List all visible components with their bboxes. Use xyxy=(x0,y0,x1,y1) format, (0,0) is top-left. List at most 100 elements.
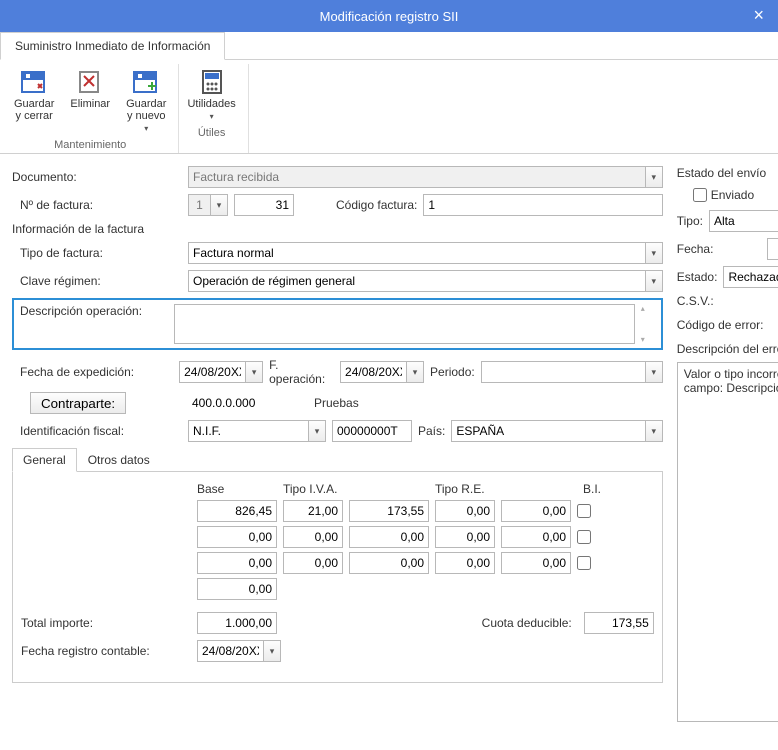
utilities-button[interactable]: Utilidades ▾ xyxy=(183,66,239,123)
enviado-checkbox[interactable] xyxy=(693,188,707,202)
descripcion-operacion-label: Descripción operación: xyxy=(20,304,168,344)
descerr-label: Descripción del error: xyxy=(677,342,778,356)
status-header: Estado del envío xyxy=(677,166,778,180)
save-close-button[interactable]: Guardary cerrar xyxy=(10,66,58,135)
tre-1[interactable] xyxy=(435,526,495,548)
delete-label: Eliminar xyxy=(70,98,110,110)
freg-dropdown-icon[interactable]: ▾ xyxy=(263,640,281,662)
descerr-text[interactable]: Valor o tipo incorrecto del campo: Descr… xyxy=(677,362,778,722)
pais-label: País: xyxy=(418,424,445,438)
idfiscal-num[interactable] xyxy=(332,420,412,442)
csv-label: C.S.V.: xyxy=(677,294,714,308)
fexp-field[interactable] xyxy=(179,361,245,383)
save-close-icon xyxy=(20,68,48,96)
contraparte-code xyxy=(188,392,308,414)
tiva-0[interactable] xyxy=(283,500,343,522)
enviado-label: Enviado xyxy=(711,188,754,202)
nfact-num[interactable] xyxy=(234,194,294,216)
status-fecha-field[interactable] xyxy=(767,238,778,260)
chevron-down-icon: ▾ xyxy=(144,124,148,133)
status-estado-label: Estado: xyxy=(677,270,718,284)
fexp-dropdown-icon[interactable]: ▾ xyxy=(245,361,263,383)
freg-field[interactable] xyxy=(197,640,263,662)
save-close-label: Guardary cerrar xyxy=(14,98,54,122)
ribbon-tab-strip: Suministro Inmediato de Información xyxy=(0,32,778,60)
total-importe-label: Total importe: xyxy=(21,616,191,630)
calculator-icon xyxy=(198,68,226,96)
foper-label: F. operación: xyxy=(269,358,334,386)
tre-0[interactable] xyxy=(435,500,495,522)
base-0[interactable] xyxy=(197,500,277,522)
close-icon[interactable]: × xyxy=(753,5,764,26)
documento-dropdown-icon[interactable]: ▾ xyxy=(645,166,663,188)
periodo-field[interactable] xyxy=(481,361,645,383)
save-new-label: Guardary nuevo xyxy=(126,98,166,122)
base-extra[interactable] xyxy=(197,578,277,600)
documento-field[interactable] xyxy=(188,166,645,188)
tab-general[interactable]: General xyxy=(12,448,77,472)
contraparte-button[interactable]: Contraparte: xyxy=(30,392,126,414)
descripcion-operacion-field[interactable] xyxy=(174,304,635,344)
codfact-label: Código factura: xyxy=(336,198,417,212)
civa-1[interactable] xyxy=(349,526,429,548)
coderr-label: Código de error: xyxy=(677,318,764,332)
bi-0[interactable] xyxy=(577,504,591,518)
base-1[interactable] xyxy=(197,526,277,548)
tre-2[interactable] xyxy=(435,552,495,574)
cre-0[interactable] xyxy=(501,500,571,522)
descripcion-operacion-box: Descripción operación: ▴▾ xyxy=(12,298,663,350)
idfiscal-type-dropdown-icon[interactable]: ▾ xyxy=(308,420,326,442)
cre-1[interactable] xyxy=(501,526,571,548)
status-estado-field[interactable] xyxy=(723,266,778,288)
save-new-icon xyxy=(132,68,160,96)
pais-field[interactable] xyxy=(451,420,644,442)
periodo-label: Periodo: xyxy=(430,365,475,379)
col-tipoiva: Tipo I.V.A. xyxy=(283,482,429,496)
ribbon-group-title-mant: Mantenimiento xyxy=(10,139,170,151)
info-factura-header: Información de la factura xyxy=(12,222,663,236)
nfact-series[interactable] xyxy=(188,194,210,216)
tab-sii[interactable]: Suministro Inmediato de Información xyxy=(0,32,225,60)
nfact-label: Nº de factura: xyxy=(12,198,182,212)
ribbon-group-title-util: Útiles xyxy=(183,127,239,139)
civa-0[interactable] xyxy=(349,500,429,522)
status-fecha-label: Fecha: xyxy=(677,242,727,256)
clave-regimen-dropdown-icon[interactable]: ▾ xyxy=(645,270,663,292)
cuota-deducible-label: Cuota deducible: xyxy=(283,616,578,630)
fexp-label: Fecha de expedición: xyxy=(12,365,173,379)
cre-2[interactable] xyxy=(501,552,571,574)
foper-dropdown-icon[interactable]: ▾ xyxy=(406,361,424,383)
save-new-button[interactable]: Guardary nuevo ▾ xyxy=(122,66,170,135)
foper-field[interactable] xyxy=(340,361,406,383)
tab-otros-datos[interactable]: Otros datos xyxy=(77,448,161,472)
clave-regimen-field[interactable] xyxy=(188,270,645,292)
civa-2[interactable] xyxy=(349,552,429,574)
bi-1[interactable] xyxy=(577,530,591,544)
tiva-1[interactable] xyxy=(283,526,343,548)
window-title: Modificación registro SII xyxy=(320,9,459,24)
idfiscal-type[interactable] xyxy=(188,420,308,442)
freg-label: Fecha registro contable: xyxy=(21,644,191,658)
form-panel: Documento: ▾ Nº de factura: ▾ Código fac… xyxy=(12,166,663,722)
tipo-factura-field[interactable] xyxy=(188,242,645,264)
nfact-series-dropdown-icon[interactable]: ▾ xyxy=(210,194,228,216)
tipo-factura-dropdown-icon[interactable]: ▾ xyxy=(645,242,663,264)
periodo-dropdown-icon[interactable]: ▾ xyxy=(645,361,663,383)
contraparte-name: Pruebas xyxy=(314,396,359,410)
delete-button[interactable]: Eliminar xyxy=(66,66,114,135)
ribbon-group-mantenimiento: Guardary cerrar Eliminar Guardary nuevo … xyxy=(6,64,179,153)
tab-general-content: Base Tipo I.V.A. Tipo R.E. B.I. xyxy=(12,472,663,683)
col-base: Base xyxy=(197,482,277,496)
base-2[interactable] xyxy=(197,552,277,574)
detail-tabs: General Otros datos xyxy=(12,448,663,472)
tipo-factura-label: Tipo de factura: xyxy=(12,246,182,260)
status-tipo-field[interactable] xyxy=(709,210,778,232)
tiva-2[interactable] xyxy=(283,552,343,574)
codfact-field[interactable] xyxy=(423,194,662,216)
delete-icon xyxy=(76,68,104,96)
cuota-deducible-field[interactable] xyxy=(584,612,654,634)
pais-dropdown-icon[interactable]: ▾ xyxy=(645,420,663,442)
total-importe-field[interactable] xyxy=(197,612,277,634)
bi-2[interactable] xyxy=(577,556,591,570)
titlebar: Modificación registro SII × xyxy=(0,0,778,32)
